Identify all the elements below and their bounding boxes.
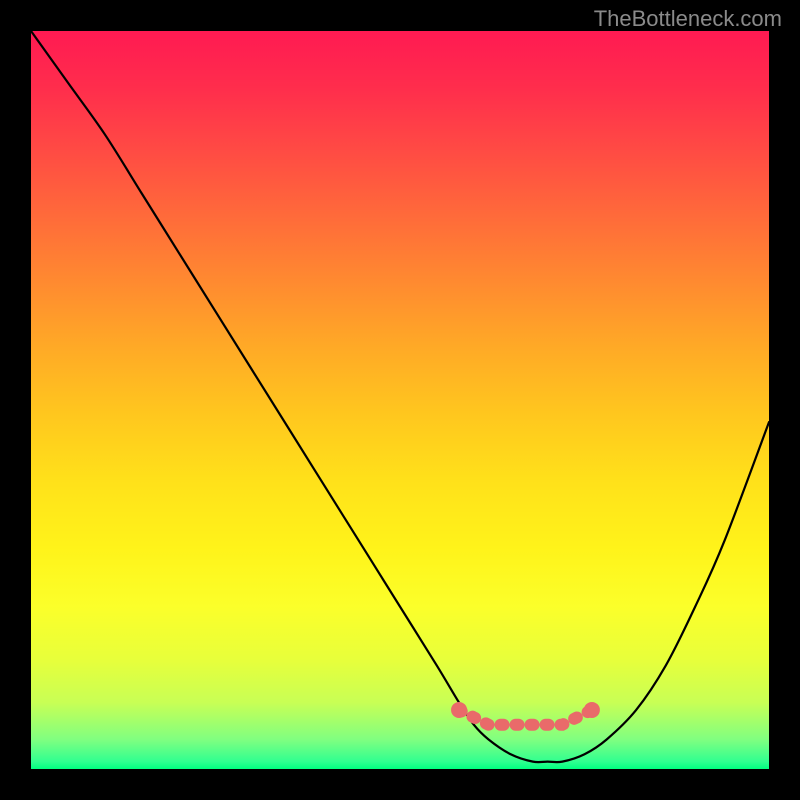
chart-svg bbox=[31, 31, 769, 769]
highlight-marker-band bbox=[451, 702, 600, 725]
highlight-band-endpoint bbox=[584, 702, 600, 718]
highlight-band-stroke bbox=[459, 710, 592, 725]
chart-plot-area bbox=[31, 31, 769, 769]
highlight-band-endpoint bbox=[451, 702, 467, 718]
watermark-text: TheBottleneck.com bbox=[594, 6, 782, 32]
bottleneck-curve-path bbox=[31, 31, 769, 762]
